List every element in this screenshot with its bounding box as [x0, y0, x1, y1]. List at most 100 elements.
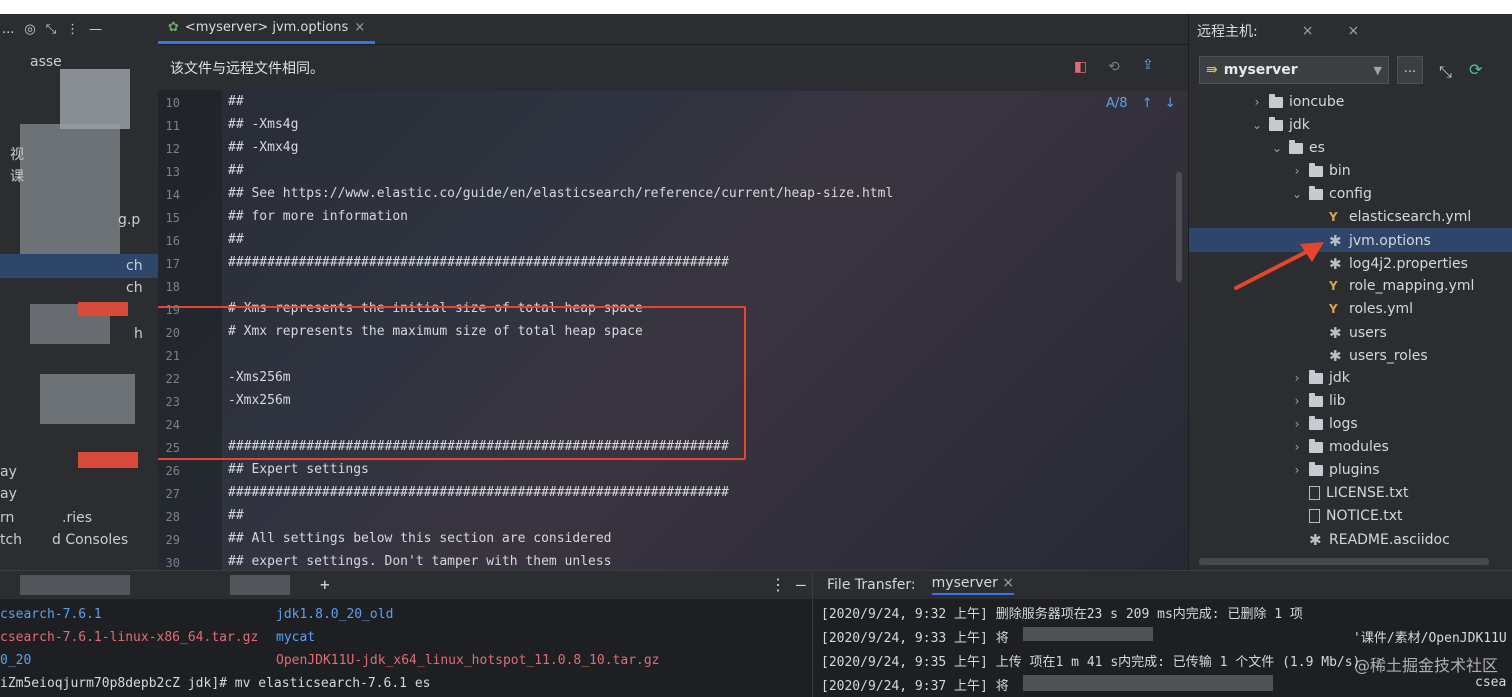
line-number: 16	[165, 234, 180, 248]
project-item[interactable]: h	[134, 326, 143, 342]
tab-label: myserver	[931, 575, 998, 591]
revert-icon[interactable]: ⟲	[1108, 59, 1120, 75]
project-item[interactable]: d Consoles	[52, 532, 128, 548]
project-dropdown[interactable]: ...	[2, 22, 14, 37]
chevron-down-icon[interactable]: ⌄	[1271, 141, 1283, 155]
host-selector[interactable]: ⇛ myserver ▼	[1199, 56, 1389, 84]
chevron-right-icon[interactable]: ›	[1291, 463, 1303, 477]
tree-item[interactable]: › lib	[1291, 392, 1346, 409]
tree-item[interactable]: ⌄ config	[1291, 185, 1372, 202]
tree-item[interactable]: › jdk	[1291, 369, 1350, 386]
upload-icon[interactable]: ⇪	[1142, 57, 1154, 73]
line-number: 17	[165, 257, 180, 271]
chevron-down-icon[interactable]: ⌄	[1251, 118, 1263, 132]
tree-item[interactable]: LICENSE.txt	[1291, 485, 1408, 501]
tree-item[interactable]: NOTICE.txt	[1291, 508, 1403, 524]
tree-item[interactable]: › bin	[1291, 162, 1351, 179]
chevron-right-icon[interactable]: ›	[1291, 371, 1303, 385]
line-number: 29	[165, 533, 180, 547]
project-item[interactable]: ay	[0, 486, 17, 502]
line-number: 11	[165, 119, 180, 133]
collapse-icon[interactable]: ⤡	[46, 22, 56, 37]
chevron-right-icon[interactable]: ›	[1251, 95, 1263, 109]
search-results[interactable]: A/8 ↑ ↓	[1106, 96, 1176, 111]
code-line[interactable]: ## expert settings. Don't tamper with th…	[228, 554, 612, 569]
project-item[interactable]: 视	[10, 144, 24, 164]
project-item[interactable]: tch	[0, 532, 22, 548]
tree-item[interactable]: ✱ README.asciidoc	[1291, 531, 1450, 549]
collapse-icon[interactable]: ⤡	[1439, 62, 1452, 82]
hide-icon[interactable]: —	[796, 575, 806, 594]
tab-myserver[interactable]: myserver ×	[931, 575, 1015, 595]
close-icon[interactable]: ×	[1002, 575, 1014, 591]
terminal-prompt[interactable]: iZm5eioqjurm70p8depb2cZ jdk]# mv elastic…	[0, 676, 430, 691]
project-item[interactable]: ch	[126, 280, 143, 296]
target-icon[interactable]: ◎	[24, 22, 35, 37]
code-line[interactable]: ##	[228, 94, 244, 109]
tree-item[interactable]: ✱ users_roles	[1311, 347, 1428, 365]
options-icon[interactable]: ⋮	[66, 22, 79, 37]
close-panel-icon[interactable]: ×	[1347, 23, 1359, 39]
line-number: 18	[165, 280, 180, 294]
project-item[interactable]: ay	[0, 464, 17, 480]
project-item[interactable]: .ries	[62, 510, 92, 526]
code-line[interactable]: ########################################…	[228, 485, 729, 500]
folder-icon	[1309, 162, 1323, 177]
tree-item[interactable]: ✱ users	[1311, 324, 1387, 342]
chevron-right-icon[interactable]: ›	[1291, 440, 1303, 454]
arrow-down-icon[interactable]: ↓	[1165, 96, 1176, 111]
transfer-tail-fragment: csea	[1475, 675, 1507, 690]
project-item[interactable]: 课	[10, 166, 24, 186]
code-line[interactable]: ## See https://www.elastic.co/guide/en/e…	[228, 186, 893, 201]
chevron-right-icon[interactable]: ›	[1291, 394, 1303, 408]
code-line[interactable]: ##	[228, 163, 244, 178]
tree-item[interactable]: ⌄ es	[1271, 139, 1325, 156]
terminal-panel[interactable]: + ⋮ — csearch-7.6.1 csearch-7.6.1-linux-…	[0, 570, 812, 697]
project-item[interactable]: ch	[126, 258, 143, 274]
project-item[interactable]: rn	[0, 510, 14, 526]
tree-item[interactable]: › ioncube	[1251, 93, 1344, 110]
compare-icon[interactable]: ◧	[1074, 59, 1087, 75]
code-line[interactable]: ## -Xms4g	[228, 117, 298, 132]
chevron-right-icon[interactable]: ›	[1291, 417, 1303, 431]
add-terminal-button[interactable]: +	[320, 575, 330, 594]
tree-item-label: elasticsearch.yml	[1349, 209, 1472, 225]
tree-item[interactable]: › modules	[1291, 438, 1389, 455]
project-item[interactable]: g.p	[118, 212, 140, 228]
tree-item[interactable]: › plugins	[1291, 461, 1380, 478]
tree-item[interactable]: Yelasticsearch.yml	[1311, 209, 1471, 225]
code-line[interactable]: ## All settings below this section are c…	[228, 531, 612, 546]
chevron-down-icon: ▼	[1373, 63, 1382, 77]
file-icon	[1309, 486, 1320, 500]
chevron-down-icon[interactable]: ⌄	[1291, 187, 1303, 201]
tree-item[interactable]: ⌄ jdk	[1251, 116, 1310, 133]
tree-item[interactable]: ✱ log4j2.properties	[1311, 255, 1468, 273]
horizontal-scrollbar[interactable]	[1199, 558, 1489, 565]
tab-jvm-options[interactable]: ✿ <myserver> jvm.options ×	[158, 14, 376, 44]
code-line[interactable]: ##	[228, 508, 244, 523]
arrow-up-icon[interactable]: ↑	[1142, 96, 1153, 111]
terminal-entry: 0_20	[0, 653, 32, 668]
tree-item-label: plugins	[1329, 462, 1380, 478]
editor-scrollbar[interactable]	[1176, 172, 1182, 282]
line-number: 13	[165, 165, 180, 179]
refresh-icon[interactable]: ⟳	[1469, 60, 1482, 79]
code-line[interactable]: ########################################…	[228, 255, 729, 270]
chevron-right-icon[interactable]: ›	[1291, 164, 1303, 178]
folder-icon	[1309, 185, 1323, 200]
code-line[interactable]: ## for more information	[228, 209, 408, 224]
code-line[interactable]: ## Expert settings	[228, 462, 369, 477]
options-icon[interactable]: ⋮	[770, 575, 786, 594]
tree-item[interactable]: › logs	[1291, 415, 1358, 432]
hide-icon[interactable]: —	[89, 22, 102, 37]
code-line[interactable]: ##	[228, 232, 244, 247]
close-icon[interactable]: ×	[354, 20, 365, 35]
text-file-icon: ✱	[1329, 347, 1342, 365]
tree-item[interactable]: Yroles.yml	[1311, 301, 1413, 317]
tree-item[interactable]: Yrole_mapping.yml	[1311, 278, 1474, 294]
project-item[interactable]: asse	[30, 54, 62, 70]
code-line[interactable]: ## -Xmx4g	[228, 140, 298, 155]
more-button[interactable]: ...	[1397, 56, 1423, 84]
close-tab-icon[interactable]: ×	[1302, 23, 1314, 39]
line-number: 12	[165, 142, 180, 156]
